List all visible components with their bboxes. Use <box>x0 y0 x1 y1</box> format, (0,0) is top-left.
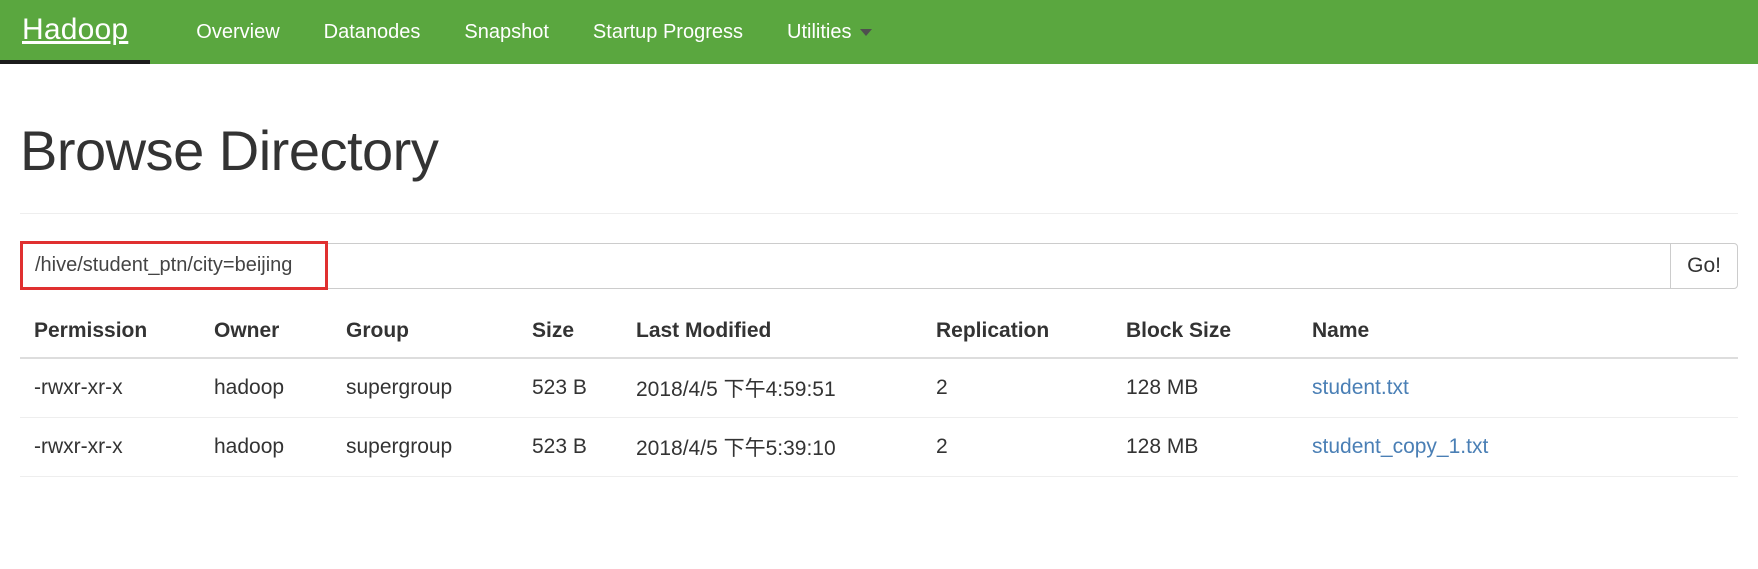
cell-name: student.txt <box>1298 357 1738 418</box>
nav-links: Overview Datanodes Snapshot Startup Prog… <box>150 0 894 64</box>
directory-listing-table: Permission Owner Group Size Last Modifie… <box>20 306 1738 477</box>
cell-replication: 2 <box>922 357 1112 418</box>
file-link[interactable]: student.txt <box>1312 376 1409 399</box>
table-row: -rwxr-xr-x hadoop supergroup 523 B 2018/… <box>20 417 1738 477</box>
table-header-row: Permission Owner Group Size Last Modifie… <box>20 306 1738 359</box>
cell-replication: 2 <box>922 417 1112 477</box>
cell-size: 523 B <box>518 357 622 418</box>
nav-item-snapshot[interactable]: Snapshot <box>442 0 571 64</box>
column-header-last-modified[interactable]: Last Modified <box>622 306 922 359</box>
chevron-down-icon <box>860 28 873 36</box>
cell-owner: hadoop <box>200 357 332 418</box>
table-head: Permission Owner Group Size Last Modifie… <box>20 306 1738 359</box>
nav-item-snapshot-label: Snapshot <box>464 20 549 43</box>
nav-item-utilities[interactable]: Utilities <box>765 0 894 64</box>
path-input-group: Go! <box>20 240 1738 290</box>
cell-last-modified: 2018/4/5 下午4:59:51 <box>622 357 922 418</box>
page-title: Browse Directory <box>20 119 439 182</box>
cell-permission: -rwxr-xr-x <box>20 357 200 418</box>
nav-item-snapshot-wrap: Snapshot <box>442 0 571 64</box>
column-header-name[interactable]: Name <box>1298 306 1738 359</box>
top-navbar: Hadoop Overview Datanodes Snapshot Start… <box>0 0 1758 64</box>
table-body: -rwxr-xr-x hadoop supergroup 523 B 2018/… <box>20 357 1738 477</box>
path-input[interactable] <box>20 242 1671 289</box>
nav-item-overview-wrap: Overview <box>174 0 301 64</box>
cell-group: supergroup <box>332 417 518 477</box>
cell-block-size: 128 MB <box>1112 357 1298 418</box>
cell-size: 523 B <box>518 417 622 477</box>
cell-block-size: 128 MB <box>1112 417 1298 477</box>
file-link[interactable]: student_copy_1.txt <box>1312 435 1488 458</box>
cell-last-modified: 2018/4/5 下午5:39:10 <box>622 417 922 477</box>
nav-item-utilities-wrap: Utilities <box>765 0 894 64</box>
nav-item-startup-progress-label: Startup Progress <box>592 20 743 43</box>
cell-owner: hadoop <box>200 417 332 477</box>
brand-hadoop[interactable]: Hadoop <box>0 0 151 64</box>
nav-item-datanodes[interactable]: Datanodes <box>302 0 443 64</box>
title-divider <box>20 212 1738 214</box>
nav-item-overview-label: Overview <box>196 20 280 43</box>
cell-name: student_copy_1.txt <box>1298 417 1738 477</box>
column-header-block-size[interactable]: Block Size <box>1112 306 1298 359</box>
page-container: Browse Directory Go! Permission Owner Gr… <box>0 64 1758 477</box>
go-button[interactable]: Go! <box>1670 242 1738 289</box>
column-header-size[interactable]: Size <box>518 306 622 359</box>
nav-item-utilities-label: Utilities <box>787 20 852 43</box>
column-header-group[interactable]: Group <box>332 306 518 359</box>
cell-group: supergroup <box>332 357 518 418</box>
column-header-permission[interactable]: Permission <box>20 306 200 359</box>
column-header-owner[interactable]: Owner <box>200 306 332 359</box>
nav-item-startup-progress[interactable]: Startup Progress <box>571 0 765 64</box>
column-header-replication[interactable]: Replication <box>922 306 1112 359</box>
path-input-wrapper <box>20 240 1671 290</box>
nav-item-datanodes-wrap: Datanodes <box>302 0 443 64</box>
nav-item-overview[interactable]: Overview <box>174 0 301 64</box>
nav-item-startup-progress-wrap: Startup Progress <box>571 0 765 64</box>
nav-item-datanodes-label: Datanodes <box>323 20 421 43</box>
table-row: -rwxr-xr-x hadoop supergroup 523 B 2018/… <box>20 357 1738 418</box>
cell-permission: -rwxr-xr-x <box>20 417 200 477</box>
